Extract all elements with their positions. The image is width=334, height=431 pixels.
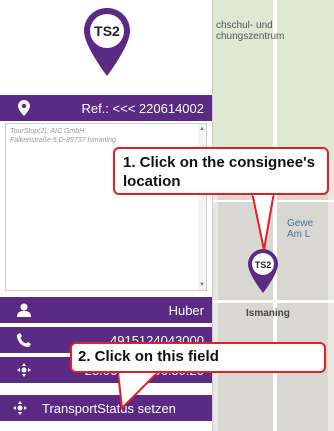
map-label-top1: chschul- und bbox=[216, 20, 273, 31]
crosshair-icon bbox=[16, 362, 32, 378]
map-road bbox=[213, 300, 334, 303]
callout-step2: 2. Click on this field bbox=[70, 342, 326, 373]
crosshair-icon bbox=[12, 400, 28, 416]
phone-icon bbox=[16, 332, 32, 348]
callout-step1: 1. Click on the consignee's location bbox=[113, 147, 329, 195]
map-label-ismaning: Ismaning bbox=[246, 308, 290, 319]
user-icon bbox=[16, 302, 32, 318]
reference-row[interactable]: Ref.: <<< 220614002 bbox=[0, 95, 212, 121]
callout1-pointer bbox=[250, 192, 276, 251]
scroll-down-icon[interactable]: ▼ bbox=[199, 282, 205, 288]
consignee-name-row[interactable]: Huber bbox=[0, 297, 212, 323]
consignee-name: Huber bbox=[168, 302, 204, 318]
stop-info-line2: Falkenstraße 5,D-85737 Ismaning bbox=[10, 137, 116, 144]
reference-number: Ref.: <<< 220614002 bbox=[81, 100, 204, 116]
pin-label: TS2 bbox=[94, 23, 120, 39]
stop-info-line1: TourStop(2): AIC GmbH bbox=[10, 128, 85, 135]
tour-stop-pin-icon: TS2 bbox=[82, 6, 132, 78]
map-label-aml: Am L bbox=[287, 229, 311, 240]
location-marker-icon bbox=[16, 100, 32, 116]
map-label-top2: chungszentrum bbox=[216, 31, 285, 42]
transport-status-button[interactable]: TransportStatus setzen bbox=[0, 395, 212, 421]
map-location-pin-icon[interactable]: TS2 bbox=[247, 248, 279, 294]
callout2-pointer bbox=[118, 370, 160, 410]
map-label-gew: Gewe bbox=[287, 218, 314, 229]
scroll-up-icon[interactable]: ▲ bbox=[199, 126, 205, 132]
map-pin-label: TS2 bbox=[255, 260, 272, 270]
